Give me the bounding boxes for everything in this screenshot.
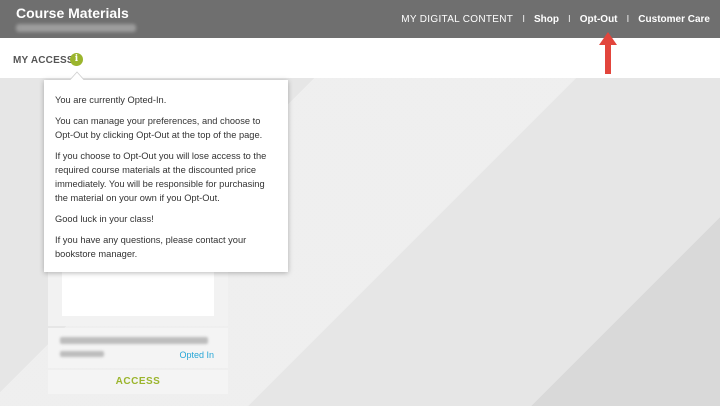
course-card-info[interactable]: Opted In (48, 328, 228, 368)
nav-content-label: CONTENT (459, 13, 514, 25)
access-button[interactable]: ACCESS (48, 370, 228, 394)
app-title: Course Materials (16, 5, 129, 21)
nav-customer-care[interactable]: Customer Care (638, 14, 710, 25)
nav-my-digital-content[interactable]: MY DIGITAL CONTENT (401, 14, 513, 25)
nav-separator: I (626, 13, 630, 25)
tooltip-paragraph: You are currently Opted-In. (55, 95, 167, 105)
tooltip-paragraph: You can manage your preferences, and cho… (55, 116, 263, 140)
blurred-course-code (60, 351, 104, 357)
my-access-label: MY ACCESS: (13, 55, 78, 66)
nav-separator: I (567, 13, 571, 25)
nav-separator: I (522, 13, 525, 25)
nav-opt-out[interactable]: Opt-Out (580, 14, 618, 25)
top-navigation: MY DIGITAL CONTENT I Shop I Opt-Out I Cu… (401, 0, 710, 38)
course-card-image (62, 270, 214, 316)
tooltip-caret (69, 71, 85, 81)
tooltip-paragraph: If you choose to Opt-Out you will lose a… (55, 151, 267, 203)
tooltip-paragraph: If you have any questions, please contac… (55, 235, 247, 259)
blurred-term-info (16, 24, 136, 32)
red-arrow-icon (599, 32, 617, 74)
nav-shop[interactable]: Shop (534, 14, 559, 25)
info-icon[interactable]: i (70, 53, 83, 66)
access-info-tooltip: You are currently Opted-In. You can mana… (44, 80, 288, 272)
blurred-course-title (60, 337, 208, 344)
nav-my-digital-label: MY DIGITAL (401, 13, 460, 25)
opted-in-status: Opted In (179, 350, 214, 360)
tooltip-paragraph: Good luck in your class! (55, 214, 154, 224)
